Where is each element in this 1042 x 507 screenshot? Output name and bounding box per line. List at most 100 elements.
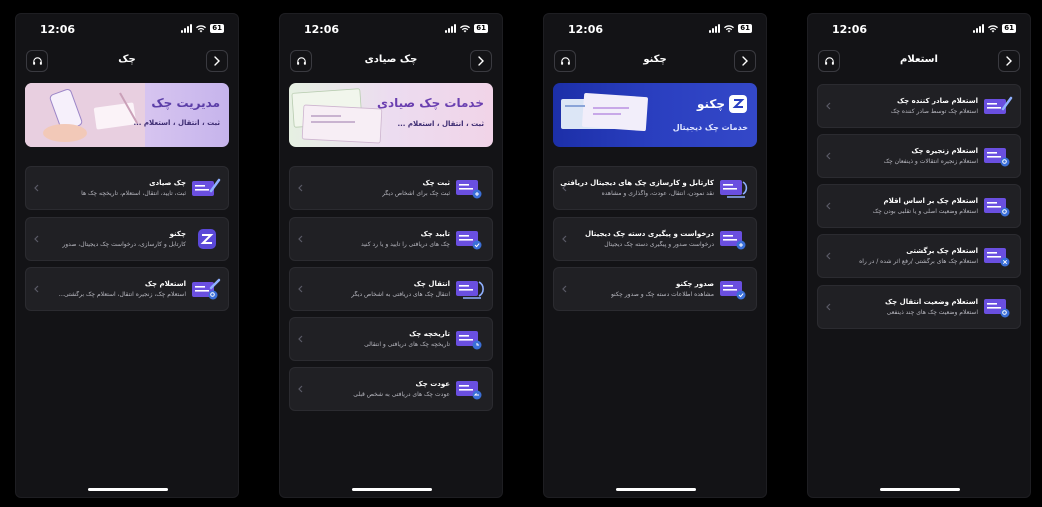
list-item[interactable]: چکنو کارتابل و کارسازی، درخواست چک دیجیت… bbox=[25, 217, 229, 261]
item-subtitle: مشاهده اطلاعات دسته چک و صدور چکنو bbox=[610, 291, 714, 298]
list-item[interactable]: استعلام چک استعلام چک، زنجیره انتقال، اس… bbox=[25, 267, 229, 311]
item-subtitle: عودت چک های دریافتی به شخص قبلی bbox=[353, 391, 450, 398]
chevron-left-icon bbox=[298, 235, 303, 243]
wifi-icon bbox=[988, 24, 999, 32]
item-title: استعلام چک برگشتی bbox=[906, 247, 978, 255]
page-title: استعلام bbox=[900, 54, 938, 65]
item-subtitle: چک های دریافتی را تایید و یا رد کنید bbox=[360, 241, 450, 248]
list-item[interactable]: تاریخچه چک تاریخچه چک های دریافتی و انتق… bbox=[289, 317, 493, 361]
chevron-left-icon bbox=[826, 252, 831, 260]
banner-title: چکنو bbox=[696, 97, 725, 111]
item-subtitle: استعلام وضعیت چک های چند ذینفعی bbox=[886, 309, 978, 316]
chevron-left-icon bbox=[562, 285, 567, 293]
signal-icon bbox=[445, 24, 457, 33]
check-add-icon bbox=[456, 180, 482, 199]
chakno-logo-icon bbox=[729, 95, 747, 113]
item-title: استعلام وضعیت انتقال چک bbox=[884, 298, 978, 306]
status-bar: 12:06 61 bbox=[544, 22, 766, 38]
list-item[interactable]: عودت چک عودت چک های دریافتی به شخص قبلی bbox=[289, 367, 493, 411]
item-subtitle: نقد نمودن، انتقال، عودت، واگذاری و مشاهد… bbox=[601, 190, 714, 197]
back-button[interactable] bbox=[998, 50, 1020, 72]
page-title: چک bbox=[118, 54, 136, 65]
support-headset-button[interactable] bbox=[818, 50, 840, 72]
item-title: چکنو bbox=[169, 230, 186, 238]
item-subtitle: ثبت، تایید، انتقال، استعلام، تاریخچه چک … bbox=[81, 190, 186, 197]
item-title: صدور چکنو bbox=[676, 280, 714, 288]
promo-banner: خدمات چک صیادی ثبت ، انتقال ، استعلام ..… bbox=[289, 83, 493, 147]
item-title: استعلام صادر کننده چک bbox=[896, 97, 978, 105]
home-indicator[interactable] bbox=[880, 488, 960, 491]
wifi-icon bbox=[724, 24, 735, 32]
chain-inquiry-icon bbox=[984, 148, 1010, 167]
page-title: چک صیادی bbox=[364, 54, 418, 65]
headset-icon bbox=[32, 56, 42, 65]
item-title: استعلام چک bbox=[144, 280, 186, 288]
banner-title: مدیریت چک bbox=[151, 96, 220, 110]
item-title: کارتابل و کارسازی چک های دیجیتال دریافتی bbox=[560, 179, 714, 187]
list-item[interactable]: استعلام چک بر اساس اقلام استعلام وضعیت ا… bbox=[817, 184, 1021, 228]
chevron-right-icon bbox=[478, 56, 484, 66]
status-time: 12:06 bbox=[832, 23, 868, 36]
banner-subtitle: ثبت ، انتقال ، استعلام ... bbox=[397, 120, 484, 128]
item-subtitle: انتقال چک های دریافتی به اشخاص دیگر bbox=[351, 291, 450, 298]
banner-subtitle: خدمات چک دیجیتال bbox=[672, 123, 748, 132]
item-title: استعلام زنجیره چک bbox=[911, 147, 978, 155]
battery-icon: 61 bbox=[1002, 24, 1016, 33]
list-item[interactable]: تایید چک چک های دریافتی را تایید و یا رد… bbox=[289, 217, 493, 261]
issue-check-icon bbox=[720, 281, 746, 300]
list-item[interactable]: استعلام وضعیت انتقال چک استعلام وضعیت چک… bbox=[817, 285, 1021, 329]
chevron-left-icon bbox=[34, 184, 39, 192]
screen-sayadi: 12:06 61 چک صیادی خدمات چک صیادی ثبت ، ا… bbox=[279, 13, 503, 498]
item-subtitle: تاریخچه چک های دریافتی و انتقالی bbox=[364, 341, 450, 348]
list-item[interactable]: استعلام چک برگشتی استعلام چک های برگشتی … bbox=[817, 234, 1021, 278]
chevron-left-icon bbox=[298, 385, 303, 393]
screen-inquiry: 12:06 61 استعلام استعلام صادر کننده چک ا… bbox=[807, 13, 1031, 498]
item-subtitle: استعلام چک های برگشتی /رفع اثر شده / در … bbox=[859, 258, 978, 265]
list-item[interactable]: صدور چکنو مشاهده اطلاعات دسته چک و صدور … bbox=[553, 267, 757, 311]
back-button[interactable] bbox=[206, 50, 228, 72]
signal-icon bbox=[181, 24, 193, 33]
banner-title: خدمات چک صیادی bbox=[376, 96, 484, 110]
cartable-icon bbox=[720, 180, 748, 198]
support-headset-button[interactable] bbox=[26, 50, 48, 72]
checkbook-request-icon bbox=[720, 231, 746, 250]
item-title: تاریخچه چک bbox=[409, 330, 450, 338]
item-title: تایید چک bbox=[420, 230, 450, 238]
banner-illustration bbox=[561, 92, 648, 132]
home-indicator[interactable] bbox=[352, 488, 432, 491]
chevron-right-icon bbox=[742, 56, 748, 66]
wifi-icon bbox=[196, 24, 207, 32]
list-item[interactable]: انتقال چک انتقال چک های دریافتی به اشخاص… bbox=[289, 267, 493, 311]
item-subtitle: استعلام زنجیره انتقالات و ذینفعان چک bbox=[883, 158, 978, 165]
check-write-icon bbox=[192, 178, 221, 196]
support-headset-button[interactable] bbox=[554, 50, 576, 72]
promo-banner: چکنو خدمات چک دیجیتال bbox=[553, 83, 757, 147]
item-title: عودت چک bbox=[415, 380, 450, 388]
item-subtitle: استعلام وضعیت اصلی و یا تقلبی بودن چک bbox=[872, 208, 978, 215]
status-bar: 12:06 61 bbox=[280, 22, 502, 38]
home-indicator[interactable] bbox=[616, 488, 696, 491]
list-item[interactable]: درخواست و پیگیری دسته چک دیجیتال درخواست… bbox=[553, 217, 757, 261]
banner-illustration bbox=[291, 88, 383, 144]
list-item[interactable]: کارتابل و کارسازی چک های دیجیتال دریافتی… bbox=[553, 166, 757, 210]
chevron-left-icon bbox=[34, 235, 39, 243]
home-indicator[interactable] bbox=[88, 488, 168, 491]
status-time: 12:06 bbox=[40, 23, 76, 36]
list-item[interactable]: چک صیادی ثبت، تایید، انتقال، استعلام، تا… bbox=[25, 166, 229, 210]
back-button[interactable] bbox=[470, 50, 492, 72]
issuer-inquiry-icon bbox=[984, 96, 1013, 114]
list-item[interactable]: استعلام زنجیره چک استعلام زنجیره انتقالا… bbox=[817, 134, 1021, 178]
status-time: 12:06 bbox=[304, 23, 340, 36]
banner-illustration bbox=[25, 83, 145, 147]
promo-banner: مدیریت چک ثبت ، انتقال ، استعلام ... bbox=[25, 83, 229, 147]
bounced-check-icon bbox=[984, 248, 1010, 267]
check-inquiry-icon bbox=[192, 278, 221, 300]
signal-icon bbox=[709, 24, 721, 33]
headset-icon bbox=[824, 56, 834, 65]
list-item[interactable]: ثبت چک ثبت چک برای اشخاص دیگر bbox=[289, 166, 493, 210]
support-headset-button[interactable] bbox=[290, 50, 312, 72]
chevron-left-icon bbox=[34, 285, 39, 293]
chevron-left-icon bbox=[298, 335, 303, 343]
list-item[interactable]: استعلام صادر کننده چک استعلام چک توسط صا… bbox=[817, 84, 1021, 128]
back-button[interactable] bbox=[734, 50, 756, 72]
